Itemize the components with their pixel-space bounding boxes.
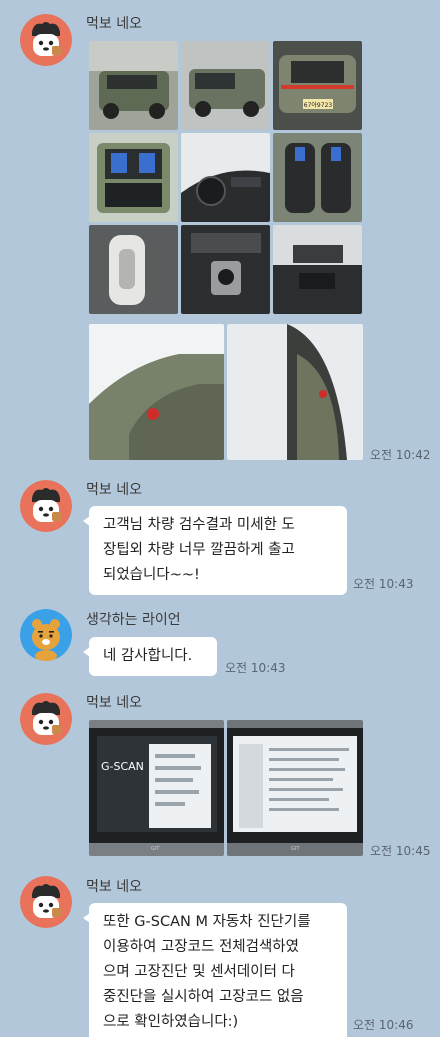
photo-thumbnail[interactable]: GIT [227,720,363,856]
photo-thumbnail[interactable] [181,41,270,130]
message-timestamp: 오전 10:43 [353,577,414,591]
avatar-neo[interactable] [20,693,72,745]
message-timestamp: 오전 10:43 [225,661,286,675]
photo-thumbnail[interactable] [181,225,270,314]
scanner-brand-text: G-SCAN [101,760,144,773]
photo-thumbnail[interactable] [273,133,362,222]
avatar-neo[interactable] [20,480,72,532]
photo-thumbnail[interactable] [181,133,270,222]
neo-character-icon [20,876,72,928]
avatar-ryan[interactable] [20,609,72,661]
avatar-neo[interactable] [20,14,72,66]
ryan-character-icon [20,609,72,661]
avatar-neo[interactable] [20,876,72,928]
sender-name: 먹보 네오 [86,879,142,895]
photo-thumbnail[interactable] [89,41,178,130]
photo-thumbnail[interactable] [89,133,178,222]
message-timestamp: 오전 10:42 [370,448,431,462]
message-timestamp: 오전 10:46 [353,1018,414,1032]
photo-thumbnail[interactable]: 67아9723 [273,41,362,130]
photo-thumbnail[interactable] [273,225,362,314]
message-bubble[interactable]: 고객님 차량 검수결과 미세한 도 장팁외 차량 너무 깔끔하게 출고 되었습니… [83,506,347,595]
photo-thumbnail[interactable]: G-SCAN GIT [89,720,224,856]
sender-name: 먹보 네오 [86,695,142,711]
photo-thumbnail[interactable] [89,225,178,314]
photo-thumbnail[interactable] [227,324,363,460]
neo-character-icon [20,693,72,745]
plate-text: 67아9723 [304,101,333,109]
device-brand-text: GIT [291,846,300,852]
message-bubble[interactable]: 또한 G-SCAN M 자동차 진단기를 이용하여 고장코드 전체검색하였 으며… [83,903,347,1037]
neo-character-icon [20,480,72,532]
message-timestamp: 오전 10:45 [370,844,431,858]
sender-name: 생각하는 라이언 [86,612,181,628]
photo-thumbnail[interactable] [89,324,224,460]
sender-name: 먹보 네오 [86,16,142,32]
neo-character-icon [20,14,72,66]
message-bubble[interactable]: 네 감사합니다. [83,637,217,676]
device-brand-text: GIT [151,846,160,852]
sender-name: 먹보 네오 [86,482,142,498]
